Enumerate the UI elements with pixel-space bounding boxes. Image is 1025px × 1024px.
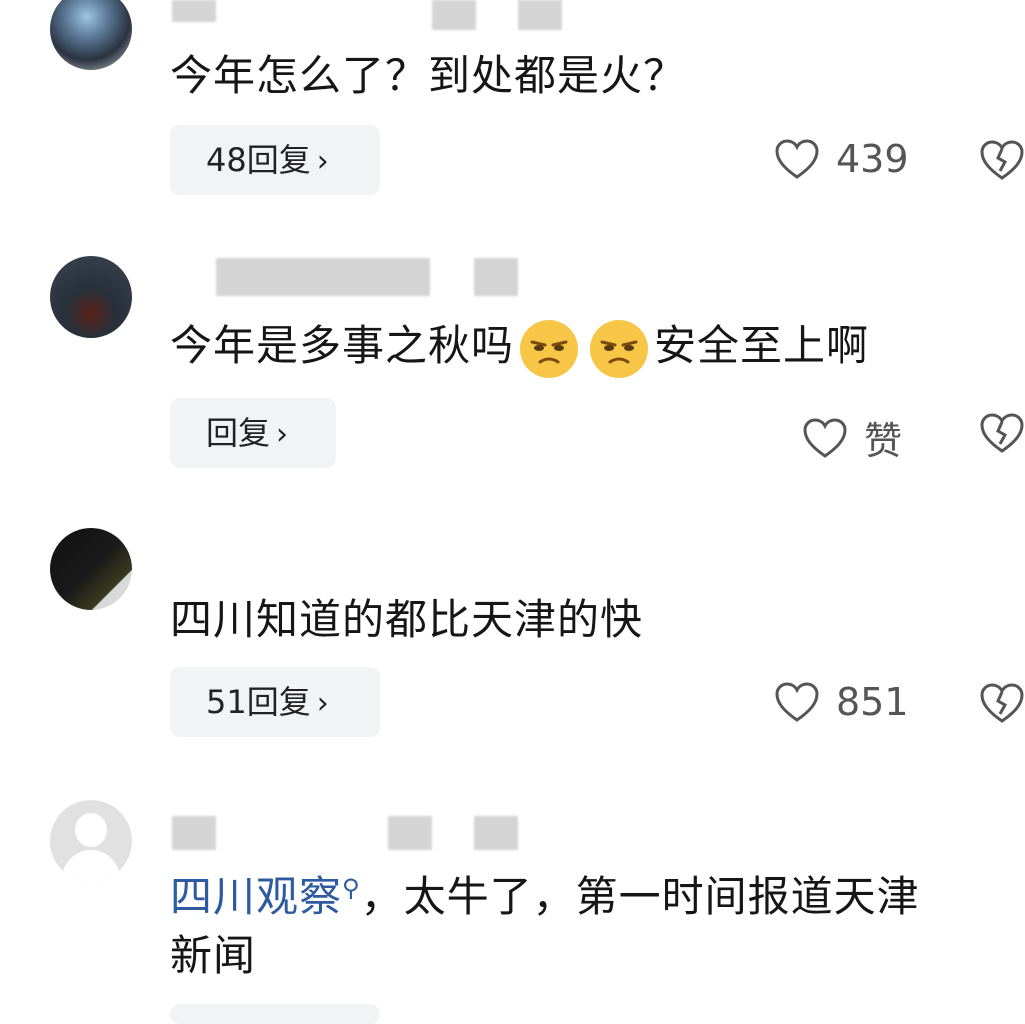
username-redacted (432, 0, 476, 30)
avatar-placeholder-body (62, 850, 120, 882)
reply-button[interactable]: 48回复 › (170, 125, 380, 195)
reply-button[interactable]: 回复 › (170, 398, 336, 468)
avatar[interactable] (50, 800, 132, 882)
like-button[interactable]: 439 (774, 137, 909, 181)
avatar-placeholder-head (75, 813, 107, 847)
comment-text: 四川知道的都比天津的快 (170, 595, 644, 644)
search-icon: ⚲ (342, 874, 361, 902)
comment-text-line2: 新闻 (170, 931, 257, 980)
comment-text-part: ，太牛了，第一时间报道天津 (360, 872, 920, 921)
chevron-right-icon: › (276, 417, 289, 452)
reply-button[interactable] (170, 1004, 380, 1024)
username-redacted (172, 0, 216, 22)
avatar[interactable] (50, 256, 132, 338)
comment-text-part: 今年是多事之秋吗 (170, 321, 515, 370)
username-redacted (172, 816, 216, 850)
like-button[interactable]: 851 (774, 680, 909, 724)
broken-heart-icon[interactable] (978, 682, 1025, 724)
reply-button[interactable]: 51回复 › (170, 667, 380, 737)
username-redacted (518, 0, 562, 30)
pouting-face-emoji (590, 319, 649, 378)
comment-text: 今年是多事之秋吗 安全至上啊 (170, 316, 869, 380)
avatar[interactable] (50, 0, 132, 70)
like-count: 439 (836, 137, 909, 181)
username-redacted (474, 816, 518, 850)
broken-heart-icon[interactable] (978, 412, 1025, 454)
reply-label: 48回复 (206, 141, 311, 179)
reply-label: 51回复 (206, 683, 311, 721)
chevron-right-icon: › (316, 686, 329, 721)
heart-outline-icon (775, 139, 819, 179)
pouting-face-emoji (520, 319, 579, 378)
like-count: 851 (836, 680, 909, 724)
heart-outline-icon (775, 682, 819, 722)
comment-text-part: 安全至上啊 (654, 321, 870, 370)
avatar[interactable] (50, 528, 132, 610)
username-redacted (474, 258, 518, 296)
comment-text: 四川观察⚲，太牛了，第一时间报道天津 (170, 858, 920, 927)
mention-link[interactable]: 四川观察 (170, 872, 342, 921)
heart-outline-icon (803, 417, 847, 458)
reply-label: 回复 (206, 414, 271, 452)
chevron-right-icon: › (316, 144, 329, 179)
username-redacted (388, 816, 432, 850)
username-redacted (216, 258, 430, 296)
comment-text: 今年怎么了？到处都是火？ (170, 51, 687, 100)
like-button[interactable]: 赞 (802, 410, 902, 465)
broken-heart-icon[interactable] (978, 139, 1025, 181)
like-label: 赞 (864, 419, 903, 463)
